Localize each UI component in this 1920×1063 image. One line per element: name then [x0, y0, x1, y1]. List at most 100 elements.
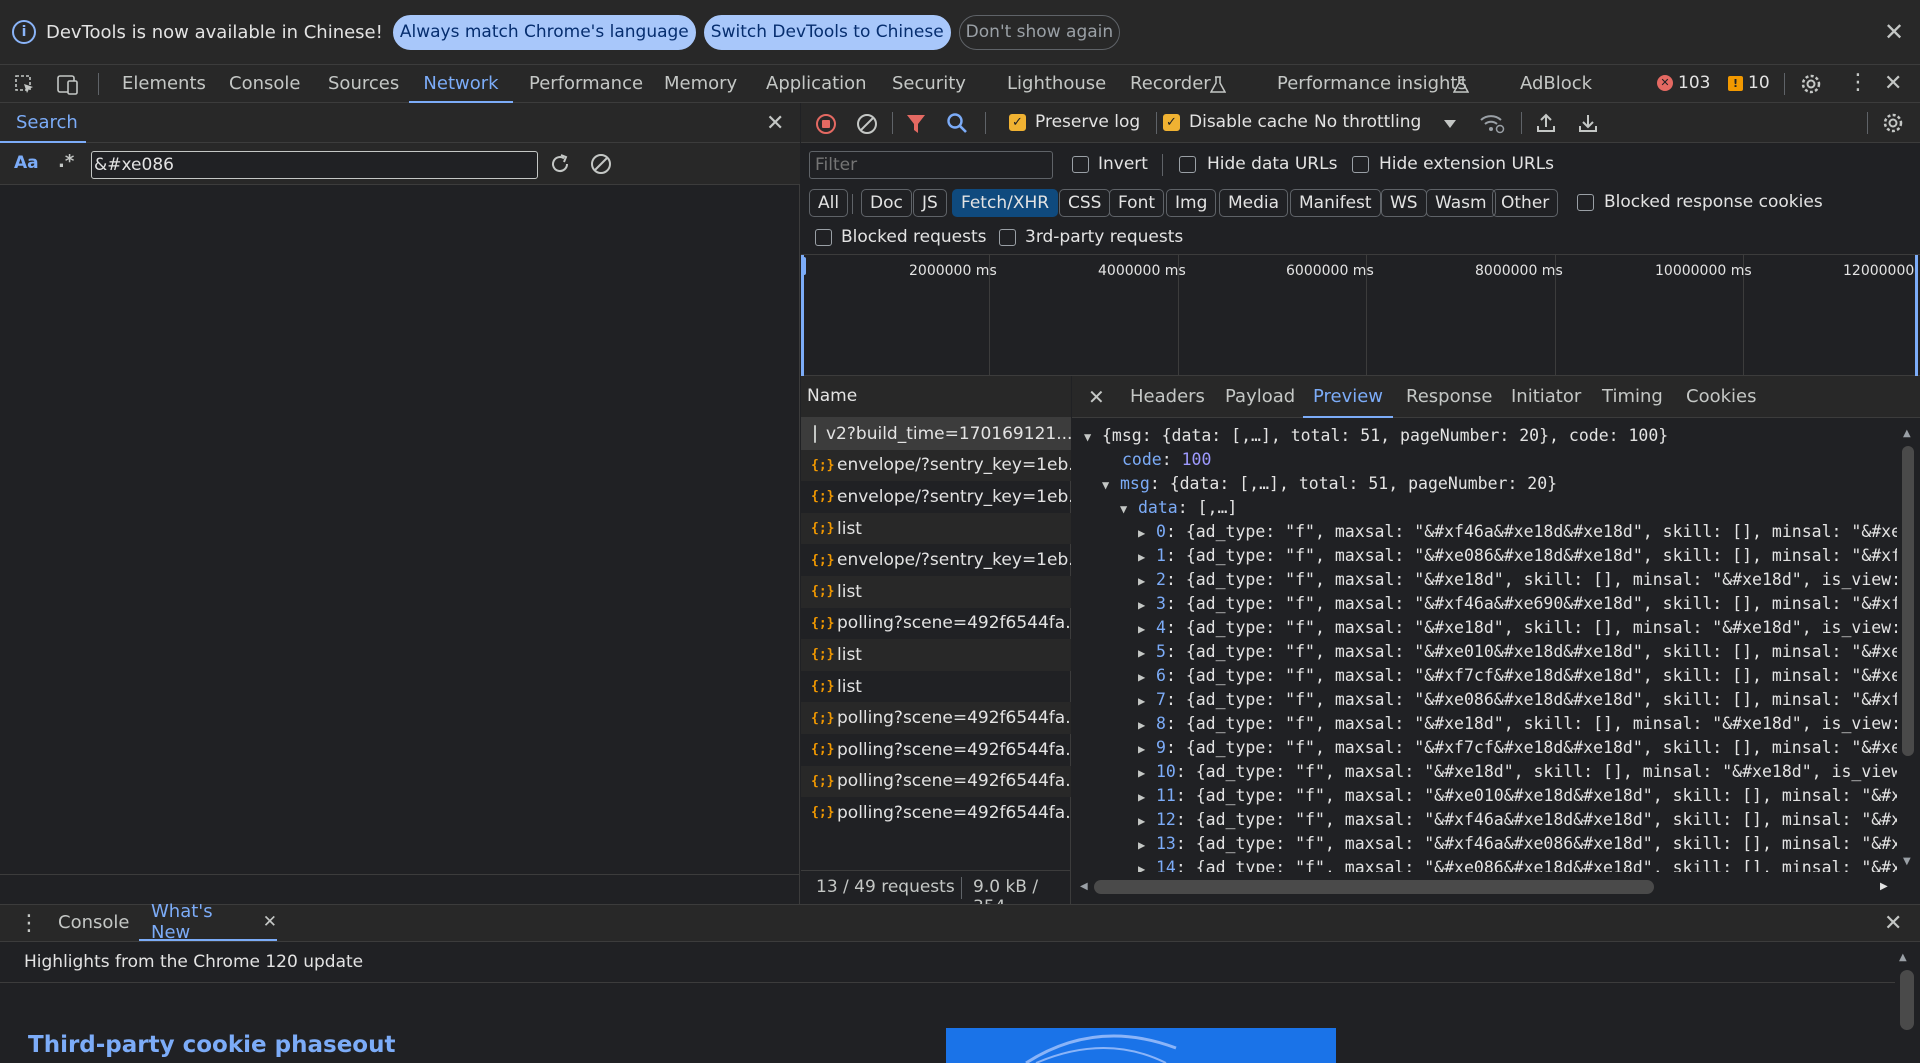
search-input[interactable]	[91, 151, 538, 179]
json-array-item[interactable]: ▶ 5: {ad_type: "f", maxsal: "&#xe010&#xe1…	[1138, 640, 1897, 664]
tab-preview[interactable]: Preview	[1303, 376, 1393, 418]
drawer-tab-whats-new[interactable]: What's New ✕	[139, 901, 277, 943]
settings-gear-icon[interactable]	[1799, 72, 1823, 96]
tab-application[interactable]: Application	[766, 65, 867, 103]
search-icon[interactable]	[946, 112, 968, 134]
filter-funnel-icon[interactable]	[906, 113, 926, 135]
throttling-select[interactable]: No throttling	[1314, 112, 1464, 132]
tab-network[interactable]: Network	[409, 65, 513, 103]
json-array-item[interactable]: ▶ 0: {ad_type: "f", maxsal: "&#xf46a&#xe1…	[1138, 520, 1897, 544]
preview-vertical-scrollbar[interactable]: ▲ ▼	[1897, 424, 1920, 872]
request-row[interactable]: {;} list	[801, 576, 1071, 608]
scroll-right-icon[interactable]: ▶	[1880, 881, 1888, 892]
switch-to-chinese-button[interactable]: Switch DevTools to Chinese	[703, 14, 951, 50]
import-har-icon[interactable]	[1535, 112, 1557, 134]
json-root-node[interactable]: ▼ {msg: {data: [,…], total: 51, pageNumbe…	[1084, 424, 1668, 448]
json-array-item[interactable]: ▶ 13: {ad_type: "f", maxsal: "&#xf46a&#xe…	[1138, 832, 1897, 856]
drawer-tab-console[interactable]: Console	[58, 905, 129, 941]
hide-data-urls-checkbox[interactable]	[1179, 156, 1196, 173]
json-data-node[interactable]: ▼ data: [,…]	[1120, 496, 1237, 520]
type-filter-wasm[interactable]: Wasm	[1426, 189, 1496, 217]
horizontal-scroll-thumb[interactable]	[1094, 880, 1654, 894]
tab-memory[interactable]: Memory	[664, 65, 737, 103]
tab-initiator[interactable]: Initiator	[1511, 376, 1581, 418]
tab-headers[interactable]: Headers	[1130, 376, 1205, 418]
type-filter-css[interactable]: CSS	[1059, 189, 1111, 217]
tab-payload[interactable]: Payload	[1225, 376, 1295, 418]
json-array-item[interactable]: ▶ 12: {ad_type: "f", maxsal: "&#xf46a&#xe…	[1138, 808, 1897, 832]
vertical-scroll-thumb[interactable]	[1902, 446, 1914, 756]
close-details-icon[interactable]: ✕	[1088, 385, 1105, 409]
clear-log-icon[interactable]	[856, 113, 878, 135]
close-tab-icon[interactable]: ✕	[263, 912, 277, 932]
type-filter-doc[interactable]: Doc	[861, 189, 912, 217]
drawer-menu-icon[interactable]: ⋮	[18, 911, 40, 937]
dont-show-again-button[interactable]: Don't show again	[958, 14, 1121, 50]
type-filter-manifest[interactable]: Manifest	[1290, 189, 1381, 217]
tab-performance-insights[interactable]: Performance insights	[1277, 65, 1467, 103]
record-stop-icon[interactable]	[815, 113, 837, 135]
type-filter-other[interactable]: Other	[1492, 189, 1559, 217]
request-row[interactable]: {;} list	[801, 512, 1071, 545]
tab-lighthouse[interactable]: Lighthouse	[1007, 65, 1106, 103]
request-row[interactable]: {;} polling?scene=492f6544fa...	[801, 608, 1071, 640]
close-infobar-icon[interactable]: ✕	[1884, 20, 1904, 44]
feature-heading[interactable]: Third-party cookie phaseout	[28, 1032, 395, 1058]
filter-input[interactable]	[809, 151, 1053, 179]
request-row[interactable]: {;} list	[801, 639, 1071, 671]
blocked-requests-checkbox[interactable]	[815, 229, 832, 246]
close-drawer-icon[interactable]: ✕	[1884, 911, 1902, 937]
export-har-icon[interactable]	[1577, 112, 1599, 134]
json-array-item[interactable]: ▶ 4: {ad_type: "f", maxsal: "&#xe18d", sk…	[1138, 616, 1897, 640]
tab-elements[interactable]: Elements	[122, 65, 206, 103]
blocked-response-cookies-checkbox[interactable]	[1577, 194, 1594, 211]
scroll-left-icon[interactable]: ◀	[1080, 881, 1088, 892]
request-row[interactable]: {;} envelope/?sentry_key=1eb...	[801, 449, 1071, 482]
type-filter-js[interactable]: JS	[913, 189, 947, 217]
tab-timing[interactable]: Timing	[1602, 376, 1663, 418]
preserve-log-checkbox[interactable]: ✓	[1009, 114, 1026, 131]
device-toolbar-icon[interactable]	[56, 74, 80, 96]
regex-button[interactable]: .*	[58, 151, 74, 172]
tab-console[interactable]: Console	[229, 65, 300, 103]
name-column-header[interactable]: Name	[807, 386, 857, 406]
drawer-scroll-thumb[interactable]	[1900, 970, 1914, 1030]
third-party-requests-checkbox[interactable]	[999, 229, 1016, 246]
request-row[interactable]: {;} envelope/?sentry_key=1eb...	[801, 481, 1071, 513]
preview-horizontal-scrollbar[interactable]: ◀ ▶	[1072, 872, 1920, 904]
json-array-item[interactable]: ▶ 8: {ad_type: "f", maxsal: "&#xe18d", sk…	[1138, 712, 1897, 736]
network-conditions-icon[interactable]	[1479, 112, 1505, 134]
tab-sources[interactable]: Sources	[328, 65, 399, 103]
more-options-icon[interactable]: ⋮	[1847, 70, 1869, 96]
request-row[interactable]: {;} polling?scene=492f6544fa...	[801, 702, 1071, 734]
json-array-item[interactable]: ▶ 11: {ad_type: "f", maxsal: "&#xe010&#xe…	[1138, 784, 1897, 808]
request-row[interactable]: {;} polling?scene=492f6544fa...	[801, 734, 1071, 766]
request-row[interactable]: {;} envelope/?sentry_key=1eb...	[801, 544, 1071, 576]
timeline-right-handle[interactable]	[1915, 255, 1918, 376]
scroll-up-icon[interactable]: ▲	[1903, 428, 1911, 439]
json-array-item[interactable]: ▶ 10: {ad_type: "f", maxsal: "&#xe18d", s…	[1138, 760, 1897, 784]
network-settings-gear-icon[interactable]	[1881, 111, 1905, 135]
type-filter-font[interactable]: Font	[1109, 189, 1165, 217]
json-array-item[interactable]: ▶ 14: {ad_type: "f", maxsal: "&#xe086&#xe…	[1138, 856, 1897, 872]
json-msg-node[interactable]: ▼ msg: {data: [,…], total: 51, pageNumber…	[1102, 472, 1557, 496]
search-tab-label[interactable]: Search	[16, 103, 78, 143]
json-array-item[interactable]: ▶ 7: {ad_type: "f", maxsal: "&#xe086&#xe1…	[1138, 688, 1897, 712]
match-language-button[interactable]: Always match Chrome's language	[392, 14, 696, 50]
request-row[interactable]: {;} list	[801, 671, 1071, 703]
request-row[interactable]: {;} polling?scene=492f6544fa...	[801, 765, 1071, 798]
json-array-item[interactable]: ▶ 1: {ad_type: "f", maxsal: "&#xe086&#xe1…	[1138, 544, 1897, 568]
request-row[interactable]: v2?build_time=170169121...	[801, 418, 1071, 450]
json-array-item[interactable]: ▶ 9: {ad_type: "f", maxsal: "&#xf7cf&#xe1…	[1138, 736, 1897, 760]
disable-cache-checkbox[interactable]: ✓	[1163, 114, 1180, 131]
request-row[interactable]: {;} polling?scene=492f6544fa...	[801, 797, 1071, 829]
tab-performance[interactable]: Performance	[529, 65, 643, 103]
tab-response[interactable]: Response	[1406, 376, 1492, 418]
json-array-item[interactable]: ▶ 6: {ad_type: "f", maxsal: "&#xf7cf&#xe1…	[1138, 664, 1897, 688]
match-case-button[interactable]: Aa	[14, 153, 39, 173]
invert-checkbox[interactable]	[1072, 156, 1089, 173]
hide-extension-urls-checkbox[interactable]	[1352, 156, 1369, 173]
chevron-down-icon[interactable]	[1443, 119, 1457, 129]
close-devtools-icon[interactable]: ✕	[1884, 71, 1902, 97]
refresh-icon[interactable]	[548, 152, 572, 176]
